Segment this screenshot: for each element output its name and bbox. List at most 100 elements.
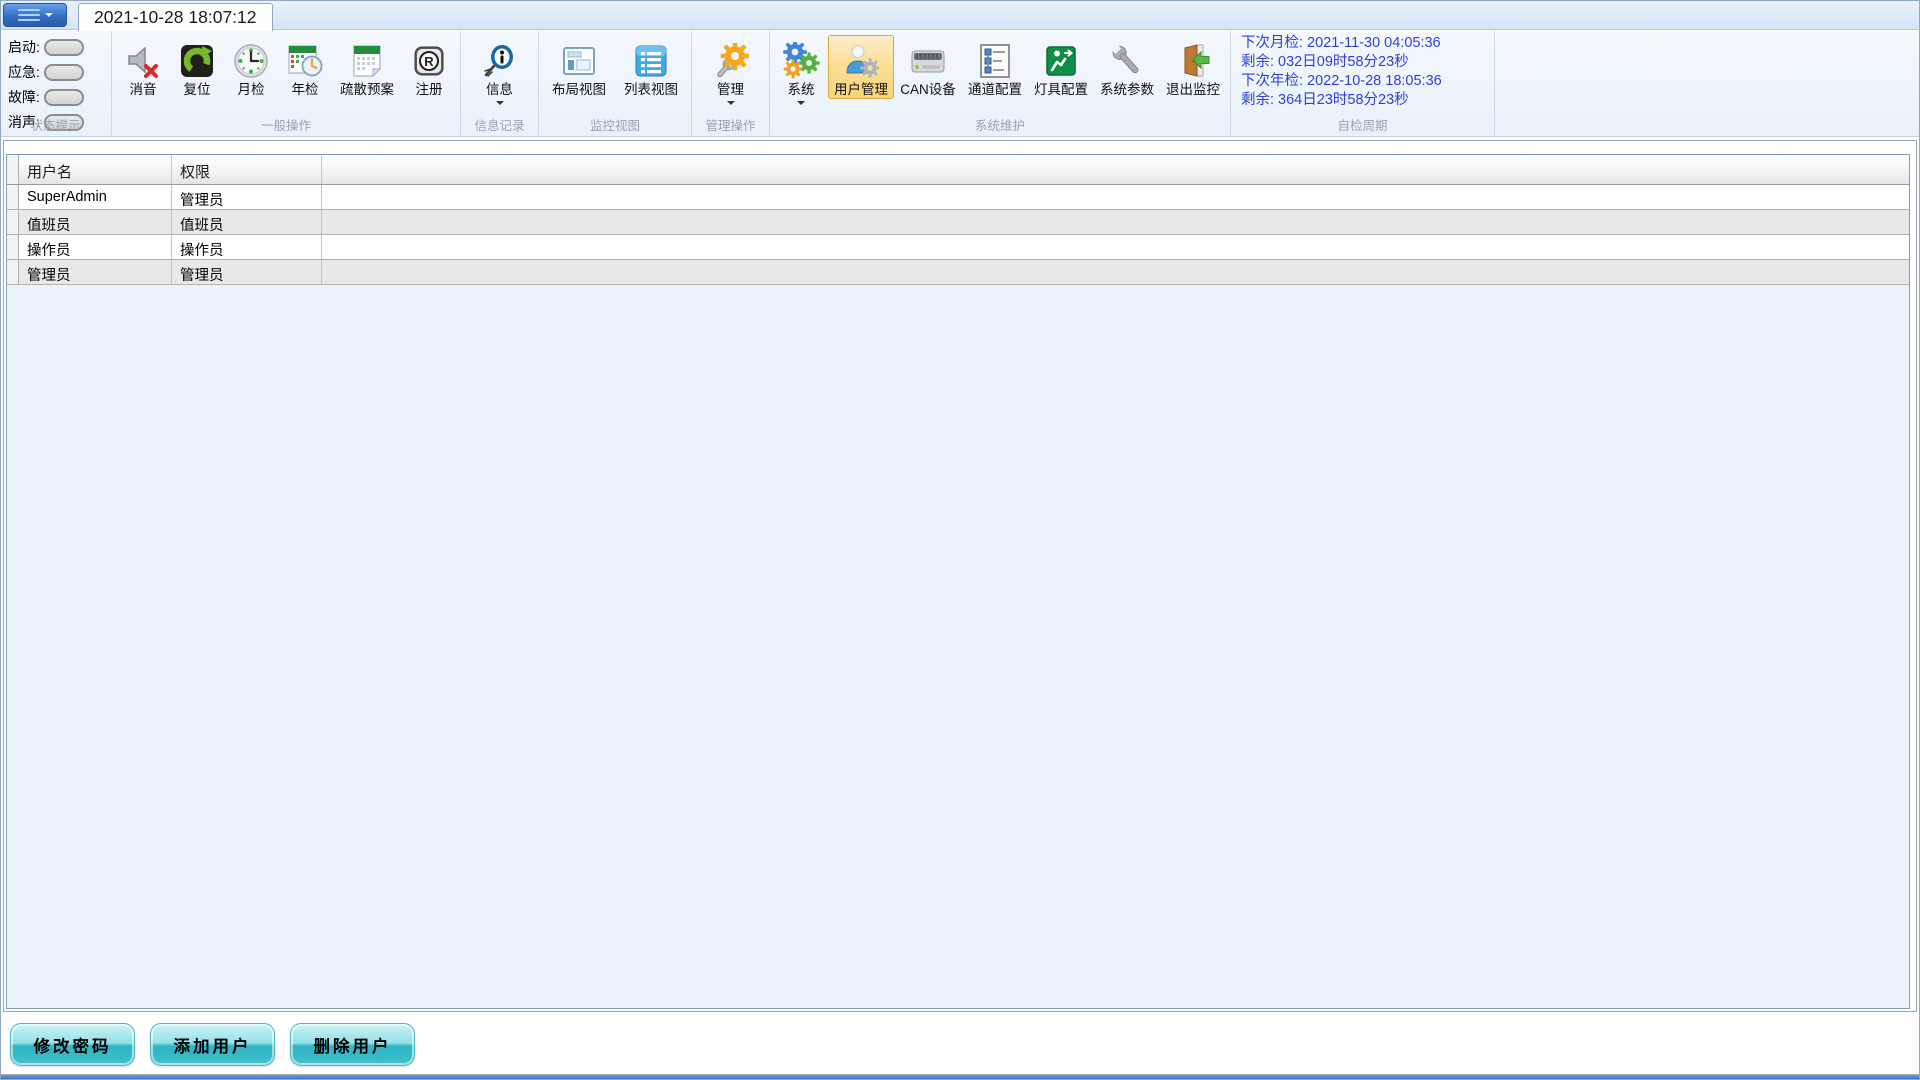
list-view-button[interactable]: 列表视图: [615, 35, 687, 99]
app-menu-button[interactable]: [3, 3, 67, 27]
manage-icon: [713, 41, 749, 81]
table-row[interactable]: 管理员 管理员: [7, 260, 1909, 285]
can-device-label: CAN设备: [900, 81, 956, 98]
status-start-label: 启动:: [8, 37, 40, 57]
monthly-remaining-text: 剩余: 032日09时58分23秒: [1241, 53, 1490, 72]
table-empty-area: [7, 285, 1909, 1008]
row-selector[interactable]: [7, 185, 19, 209]
channel-config-label: 通道配置: [968, 81, 1022, 98]
monthly-check-button[interactable]: 月检: [224, 35, 278, 99]
add-user-button[interactable]: 添加用户: [150, 1023, 275, 1066]
change-password-button[interactable]: 修改密码: [10, 1023, 135, 1066]
system-button[interactable]: 系统: [774, 35, 828, 106]
username-cell: 操作员: [19, 235, 172, 259]
row-selector[interactable]: [7, 235, 19, 259]
group-label-selfcheck-cycle: 自检周期: [1231, 115, 1494, 134]
group-general-ops: 消音 复位: [112, 31, 461, 136]
column-header-role[interactable]: 权限: [172, 155, 322, 184]
exit-monitor-button[interactable]: 退出监控: [1160, 35, 1226, 99]
empty-cell: [322, 185, 1909, 209]
table-row[interactable]: 值班员 值班员: [7, 210, 1909, 235]
reset-button[interactable]: 复位: [170, 35, 224, 99]
table-row[interactable]: 操作员 操作员: [7, 235, 1909, 260]
delete-user-button[interactable]: 删除用户: [290, 1023, 415, 1066]
system-params-label: 系统参数: [1100, 81, 1154, 98]
evacuation-plan-icon: [349, 41, 385, 81]
status-fault-indicator: [44, 89, 84, 106]
group-monitor-views: 布局视图 列表视图: [539, 31, 692, 136]
row-selector[interactable]: [7, 210, 19, 234]
annual-check-label: 年检: [292, 81, 319, 98]
window-bottom-edge: [0, 1075, 1920, 1080]
datetime-tab[interactable]: 2021-10-28 18:07:12: [78, 3, 273, 31]
role-cell: 管理员: [172, 260, 322, 284]
manage-label: 管理: [717, 81, 744, 98]
annual-check-button[interactable]: 年检: [278, 35, 332, 99]
list-view-icon: [633, 41, 669, 81]
reset-icon: [179, 41, 215, 81]
monthly-check-icon: [233, 41, 269, 81]
group-selfcheck-cycle: 下次月检: 2021-11-30 04:05:36 剩余: 032日09时58分…: [1231, 31, 1495, 136]
register-icon: R: [411, 41, 447, 81]
lamp-config-label: 灯具配置: [1034, 81, 1088, 98]
user-management-icon: [843, 41, 879, 81]
layout-view-icon: [561, 41, 597, 81]
info-dropdown-caret-icon: [496, 101, 504, 105]
user-management-button[interactable]: 用户管理: [828, 35, 894, 99]
lamp-config-button[interactable]: 灯具配置: [1028, 35, 1094, 99]
layout-view-button[interactable]: 布局视图: [543, 35, 615, 99]
hamburger-icon: [18, 9, 40, 21]
reset-label: 复位: [184, 81, 211, 98]
role-cell: 操作员: [172, 235, 322, 259]
system-params-icon: [1109, 41, 1145, 81]
empty-cell: [322, 260, 1909, 284]
role-cell: 管理员: [172, 185, 322, 209]
status-emergency-indicator: [44, 64, 84, 81]
mute-icon: [125, 41, 161, 81]
group-label-system-maintenance: 系统维护: [770, 115, 1230, 134]
system-dropdown-caret-icon: [797, 101, 805, 105]
status-start-indicator: [44, 39, 84, 56]
column-header-username[interactable]: 用户名: [19, 155, 172, 184]
info-button[interactable]: 信息: [473, 35, 527, 106]
register-label: 注册: [416, 81, 443, 98]
evacuation-plan-label: 疏散预案: [340, 81, 394, 98]
list-view-label: 列表视图: [624, 81, 678, 98]
row-selector[interactable]: [7, 260, 19, 284]
layout-view-label: 布局视图: [552, 81, 606, 98]
monthly-check-label: 月检: [238, 81, 265, 98]
user-table: 用户名 权限 SuperAdmin 管理员 值班员 值班员 操作员 操作员 管理…: [6, 154, 1910, 1009]
group-manage-ops: 管理 管理操作: [692, 31, 770, 136]
exit-monitor-icon: [1175, 41, 1211, 81]
username-cell: 值班员: [19, 210, 172, 234]
manage-button[interactable]: 管理: [704, 35, 758, 106]
table-header-row: 用户名 权限: [7, 155, 1909, 185]
content-panel: 用户名 权限 SuperAdmin 管理员 值班员 值班员 操作员 操作员 管理…: [3, 140, 1917, 1012]
status-fault: 故障:: [4, 87, 107, 107]
annual-check-icon: [287, 41, 323, 81]
manage-dropdown-caret-icon: [727, 101, 735, 105]
status-fault-label: 故障:: [8, 87, 40, 107]
group-label-info-log: 信息记录: [461, 115, 538, 134]
system-icon: [782, 41, 820, 81]
next-annual-check-text: 下次年检: 2022-10-28 18:05:36: [1241, 72, 1490, 91]
chevron-down-icon: [45, 13, 53, 17]
can-device-button[interactable]: CAN设备: [894, 35, 962, 99]
next-monthly-check-text: 下次月检: 2021-11-30 04:05:36: [1241, 34, 1490, 53]
table-row[interactable]: SuperAdmin 管理员: [7, 185, 1909, 210]
footer-bar: 修改密码 添加用户 删除用户: [0, 1012, 1920, 1074]
username-cell: SuperAdmin: [19, 185, 172, 209]
lamp-config-icon: [1043, 41, 1079, 81]
group-label-general-ops: 一般操作: [112, 115, 460, 134]
group-system-maintenance: 系统 用户管理: [770, 31, 1231, 136]
system-params-button[interactable]: 系统参数: [1094, 35, 1160, 99]
mute-button[interactable]: 消音: [116, 35, 170, 99]
role-cell: 值班员: [172, 210, 322, 234]
evacuation-plan-button[interactable]: 疏散预案: [332, 35, 402, 99]
channel-config-button[interactable]: 通道配置: [962, 35, 1028, 99]
channel-config-icon: [977, 41, 1013, 81]
empty-cell: [322, 235, 1909, 259]
group-label-monitor-views: 监控视图: [539, 115, 691, 134]
user-management-label: 用户管理: [834, 81, 888, 98]
register-button[interactable]: R 注册: [402, 35, 456, 99]
